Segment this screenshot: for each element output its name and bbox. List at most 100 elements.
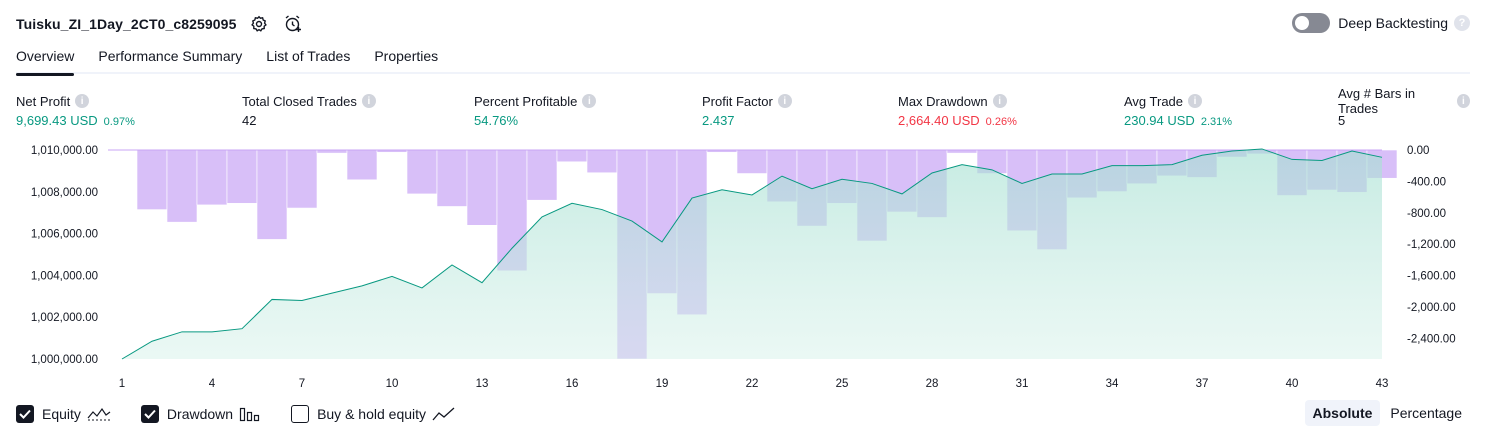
x-tick-label: 37 — [1196, 378, 1209, 390]
x-tick-label: 22 — [746, 378, 759, 390]
x-tick-label: 19 — [656, 378, 669, 390]
info-icon[interactable]: i — [75, 94, 90, 108]
metric-profit-factor: Profit Factor i 2.437 — [702, 92, 792, 128]
equity-checkbox[interactable] — [16, 405, 34, 423]
metric-value: 54.76% — [474, 113, 519, 128]
tab-bar: Overview Performance Summary List of Tra… — [16, 44, 1470, 76]
drawdown-bar — [406, 149, 438, 195]
legend-buy-hold[interactable]: Buy & hold equity — [291, 405, 456, 423]
drawdown-bar — [286, 149, 318, 209]
x-axis: 1 4 7 10 13 16 19 22 25 28 31 34 37 40 43 — [119, 378, 1389, 390]
metric-value: 2,664.40 USD — [898, 113, 980, 128]
info-icon[interactable]: i — [777, 94, 792, 108]
right-axis: 0.00 -400.00 -800.00 -1,200.00 -1,600.00 -2,0… — [1407, 145, 1456, 345]
deep-backtesting: Deep Backtesting ? — [1292, 13, 1470, 33]
view-mode-switch: Absolute Percentage — [1303, 400, 1471, 426]
metric-percent: 0.97% — [103, 116, 135, 128]
x-tick-label: 43 — [1376, 378, 1389, 390]
drawdown-bar — [196, 149, 228, 206]
metric-value: 5 — [1338, 113, 1346, 128]
equity-drawdown-chart[interactable]: 1,010,000.00 1,008,000.00 1,006,000.00 1,00… — [0, 140, 1486, 392]
deep-backtesting-label: Deep Backtesting — [1338, 15, 1448, 31]
metrics-row: Net Profit i 9,699.43 USD 0.97% Total Clos… — [16, 86, 1470, 132]
buy-hold-line-icon — [432, 406, 456, 422]
legend-equity[interactable]: Equity — [16, 405, 111, 423]
x-tick-label: 31 — [1016, 378, 1029, 390]
metric-label: Percent Profitable — [474, 93, 578, 109]
gear-icon[interactable] — [248, 13, 270, 35]
buy-hold-checkbox[interactable] — [291, 405, 310, 423]
y-left-tick-label: 1,006,000.00 — [31, 229, 98, 241]
y-right-tick-label: -2,400.00 — [1407, 333, 1456, 345]
info-icon[interactable]: i — [1188, 94, 1203, 108]
drawdown-bar — [736, 149, 768, 174]
info-icon[interactable]: i — [582, 94, 597, 108]
legend-label: Buy & hold equity — [317, 406, 427, 422]
metric-max-drawdown: Max Drawdown i 2,664.40 USD 0.26% — [898, 92, 1017, 129]
legend-label: Equity — [42, 406, 81, 422]
metric-label: Avg # Bars in Trades — [1338, 86, 1416, 116]
metric-value: 230.94 USD — [1124, 113, 1195, 128]
y-left-tick-label: 1,000,000.00 — [31, 354, 98, 366]
metric-net-profit: Net Profit i 9,699.43 USD 0.97% — [16, 92, 135, 129]
left-axis: 1,010,000.00 1,008,000.00 1,006,000.00 1,00… — [31, 145, 98, 366]
y-left-tick-label: 1,004,000.00 — [31, 270, 98, 282]
metric-percent: 0.26% — [985, 116, 1017, 128]
metric-value: 9,699.43 USD — [16, 113, 98, 128]
x-tick-label: 13 — [476, 378, 489, 390]
y-left-tick-label: 1,010,000.00 — [31, 145, 98, 157]
y-right-tick-label: -800.00 — [1407, 208, 1446, 220]
y-right-tick-label: -2,000.00 — [1407, 302, 1456, 314]
metric-label: Net Profit — [16, 93, 71, 109]
metric-total-closed-trades: Total Closed Trades i 42 — [242, 92, 376, 128]
x-tick-label: 34 — [1106, 378, 1119, 390]
metric-avg-bars-in-trades: Avg # Bars in Trades i 5 — [1338, 86, 1470, 128]
x-tick-label: 16 — [566, 378, 579, 390]
drawdown-bar — [136, 149, 168, 210]
info-icon[interactable]: i — [361, 94, 376, 108]
help-icon[interactable]: ? — [1454, 15, 1470, 31]
x-tick-label: 10 — [386, 378, 399, 390]
legend-label: Drawdown — [166, 406, 234, 422]
x-tick-label: 4 — [209, 378, 216, 390]
drawdown-bar — [466, 149, 498, 226]
metric-label: Max Drawdown — [898, 93, 988, 109]
legend-drawdown[interactable]: Drawdown — [140, 405, 261, 423]
equity-line-icon — [87, 406, 111, 422]
tab-properties[interactable]: Properties — [374, 44, 438, 74]
drawdown-bar — [226, 149, 258, 204]
drawdown-bar — [346, 149, 378, 181]
y-left-tick-label: 1,002,000.00 — [31, 312, 98, 324]
metric-percent: 2.31% — [1200, 116, 1233, 128]
x-tick-label: 40 — [1286, 378, 1299, 390]
info-icon[interactable]: i — [992, 94, 1007, 108]
metric-label: Avg Trade — [1124, 93, 1184, 109]
strategy-title: Tuisku_ZI_1Day_2CT0_c8259095 — [16, 16, 237, 32]
add-alert-icon[interactable] — [282, 13, 304, 35]
tab-list-of-trades[interactable]: List of Trades — [266, 44, 350, 74]
deep-backtesting-toggle[interactable] — [1292, 13, 1331, 33]
tab-overview[interactable]: Overview — [16, 44, 75, 76]
tab-performance-summary[interactable]: Performance Summary — [98, 44, 242, 74]
metric-label: Total Closed Trades — [242, 93, 357, 109]
y-right-tick-label: -1,200.00 — [1407, 239, 1456, 251]
metric-value: 42 — [242, 113, 257, 128]
drawdown-bar — [166, 149, 198, 223]
x-tick-label: 1 — [119, 378, 125, 390]
y-left-tick-label: 1,008,000.00 — [31, 187, 98, 199]
drawdown-bar — [586, 149, 618, 174]
info-icon[interactable]: i — [1456, 94, 1470, 108]
drawdown-bars-icon — [239, 406, 261, 422]
absolute-button[interactable]: Absolute — [1304, 400, 1381, 426]
metric-avg-trade: Avg Trade i 230.94 USD 2.31% — [1124, 92, 1233, 129]
drawdown-checkbox[interactable] — [140, 405, 159, 423]
drawdown-bar — [556, 149, 588, 163]
drawdown-bar — [526, 149, 558, 201]
metric-value: 2.437 — [702, 113, 735, 128]
percentage-button[interactable]: Percentage — [1382, 400, 1470, 426]
y-right-tick-label: -400.00 — [1407, 176, 1446, 188]
x-tick-label: 7 — [299, 378, 305, 390]
metric-label: Profit Factor — [702, 93, 773, 109]
y-right-tick-label: 0.00 — [1407, 145, 1429, 157]
y-right-tick-label: -1,600.00 — [1407, 271, 1456, 283]
